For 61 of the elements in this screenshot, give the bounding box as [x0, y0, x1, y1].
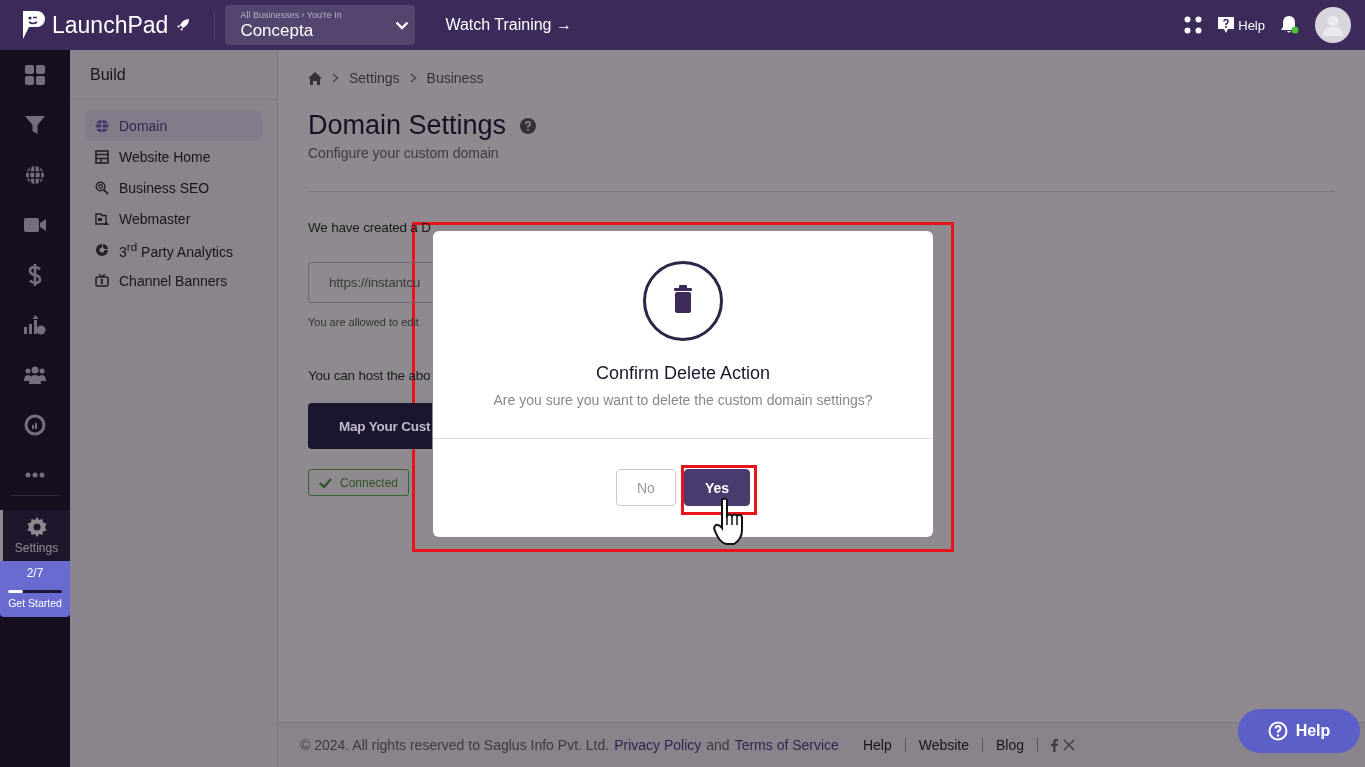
chevron-right-icon — [332, 73, 339, 83]
help-bubble-icon — [1218, 16, 1235, 34]
trash-icon — [643, 261, 723, 341]
facebook-icon[interactable] — [1051, 738, 1059, 752]
footer-text: and — [706, 737, 730, 753]
help-button[interactable]: Help — [1238, 709, 1360, 753]
sidebar-item[interactable]: Website Home — [85, 141, 262, 172]
logo-icon — [20, 10, 46, 40]
dollar-icon — [28, 264, 42, 286]
home-icon[interactable] — [308, 71, 322, 85]
sidebar-item[interactable]: Webmaster — [85, 203, 262, 234]
footer-link[interactable]: Help — [862, 737, 892, 753]
footer-link[interactable]: Blog — [996, 737, 1025, 753]
settings-nav-button[interactable]: Settings — [0, 510, 70, 561]
team-icon — [24, 366, 46, 384]
page-subtitle: Configure your custom domain — [308, 145, 500, 161]
dialog-title: Confirm Delete Action — [595, 363, 771, 384]
growth-chart-icon — [24, 315, 46, 335]
layout-icon — [95, 149, 109, 164]
app-logo: LaunchPad — [52, 11, 169, 39]
more-icon — [25, 472, 45, 478]
tv-icon — [95, 273, 109, 288]
pie-chart-icon — [95, 242, 109, 257]
bell-icon[interactable] — [1281, 15, 1299, 35]
sidebar-item[interactable]: Channel Banners — [85, 265, 262, 296]
breadcrumb-link[interactable]: Settings — [349, 70, 400, 86]
user-avatar[interactable] — [1315, 7, 1351, 43]
chevron-right-icon — [409, 73, 417, 83]
help-link[interactable]: Help — [1218, 16, 1265, 34]
dialog-message: Are you sure you want to delete the custom domain settings? — [493, 392, 873, 408]
funnel-icon — [25, 115, 45, 135]
sidebar-item[interactable]: Domain — [85, 110, 262, 141]
help-icon — [1267, 721, 1288, 741]
status-badge: Connected — [308, 469, 410, 496]
breadcrumb-link[interactable]: Business — [426, 70, 484, 86]
map-domain-button[interactable]: Map Your Cust — [308, 403, 432, 449]
business-switcher[interactable]: All Businesses › You're In Concepta — [225, 5, 416, 45]
globe-icon — [95, 118, 109, 133]
privacy-policy-link[interactable]: Privacy Policy — [614, 737, 702, 753]
browser-icon — [95, 211, 109, 226]
apps-icon[interactable] — [1184, 16, 1203, 34]
watch-training-link[interactable]: Watch Training → — [445, 16, 572, 34]
sidebar-title: Build — [90, 65, 126, 84]
copyright-text: © 2024. All rights reserved to Saglus Info Pvt. Ltd. — [300, 737, 610, 753]
dashboard-icon — [25, 65, 45, 85]
chevron-down-icon — [395, 20, 410, 30]
sidebar-item[interactable]: 3$^{rd}$ Party Analytics — [85, 234, 262, 265]
video-camera-icon — [24, 217, 46, 233]
terms-link[interactable]: Terms of Service — [734, 737, 839, 753]
search-icon — [95, 180, 109, 195]
rocket-icon — [176, 18, 191, 32]
footer-link[interactable]: Website — [918, 737, 970, 753]
gauge-icon — [24, 414, 46, 436]
get-started-progress[interactable]: 2/7 Get Started — [0, 561, 70, 617]
page-title: Domain Settings — [308, 110, 507, 141]
globe-icon — [25, 165, 45, 185]
help-icon[interactable] — [520, 117, 537, 134]
sidebar-item[interactable]: Business SEO — [85, 172, 262, 203]
settings-icon — [26, 516, 47, 537]
cancel-button[interactable]: No — [615, 469, 676, 506]
x-icon[interactable] — [1063, 739, 1076, 751]
